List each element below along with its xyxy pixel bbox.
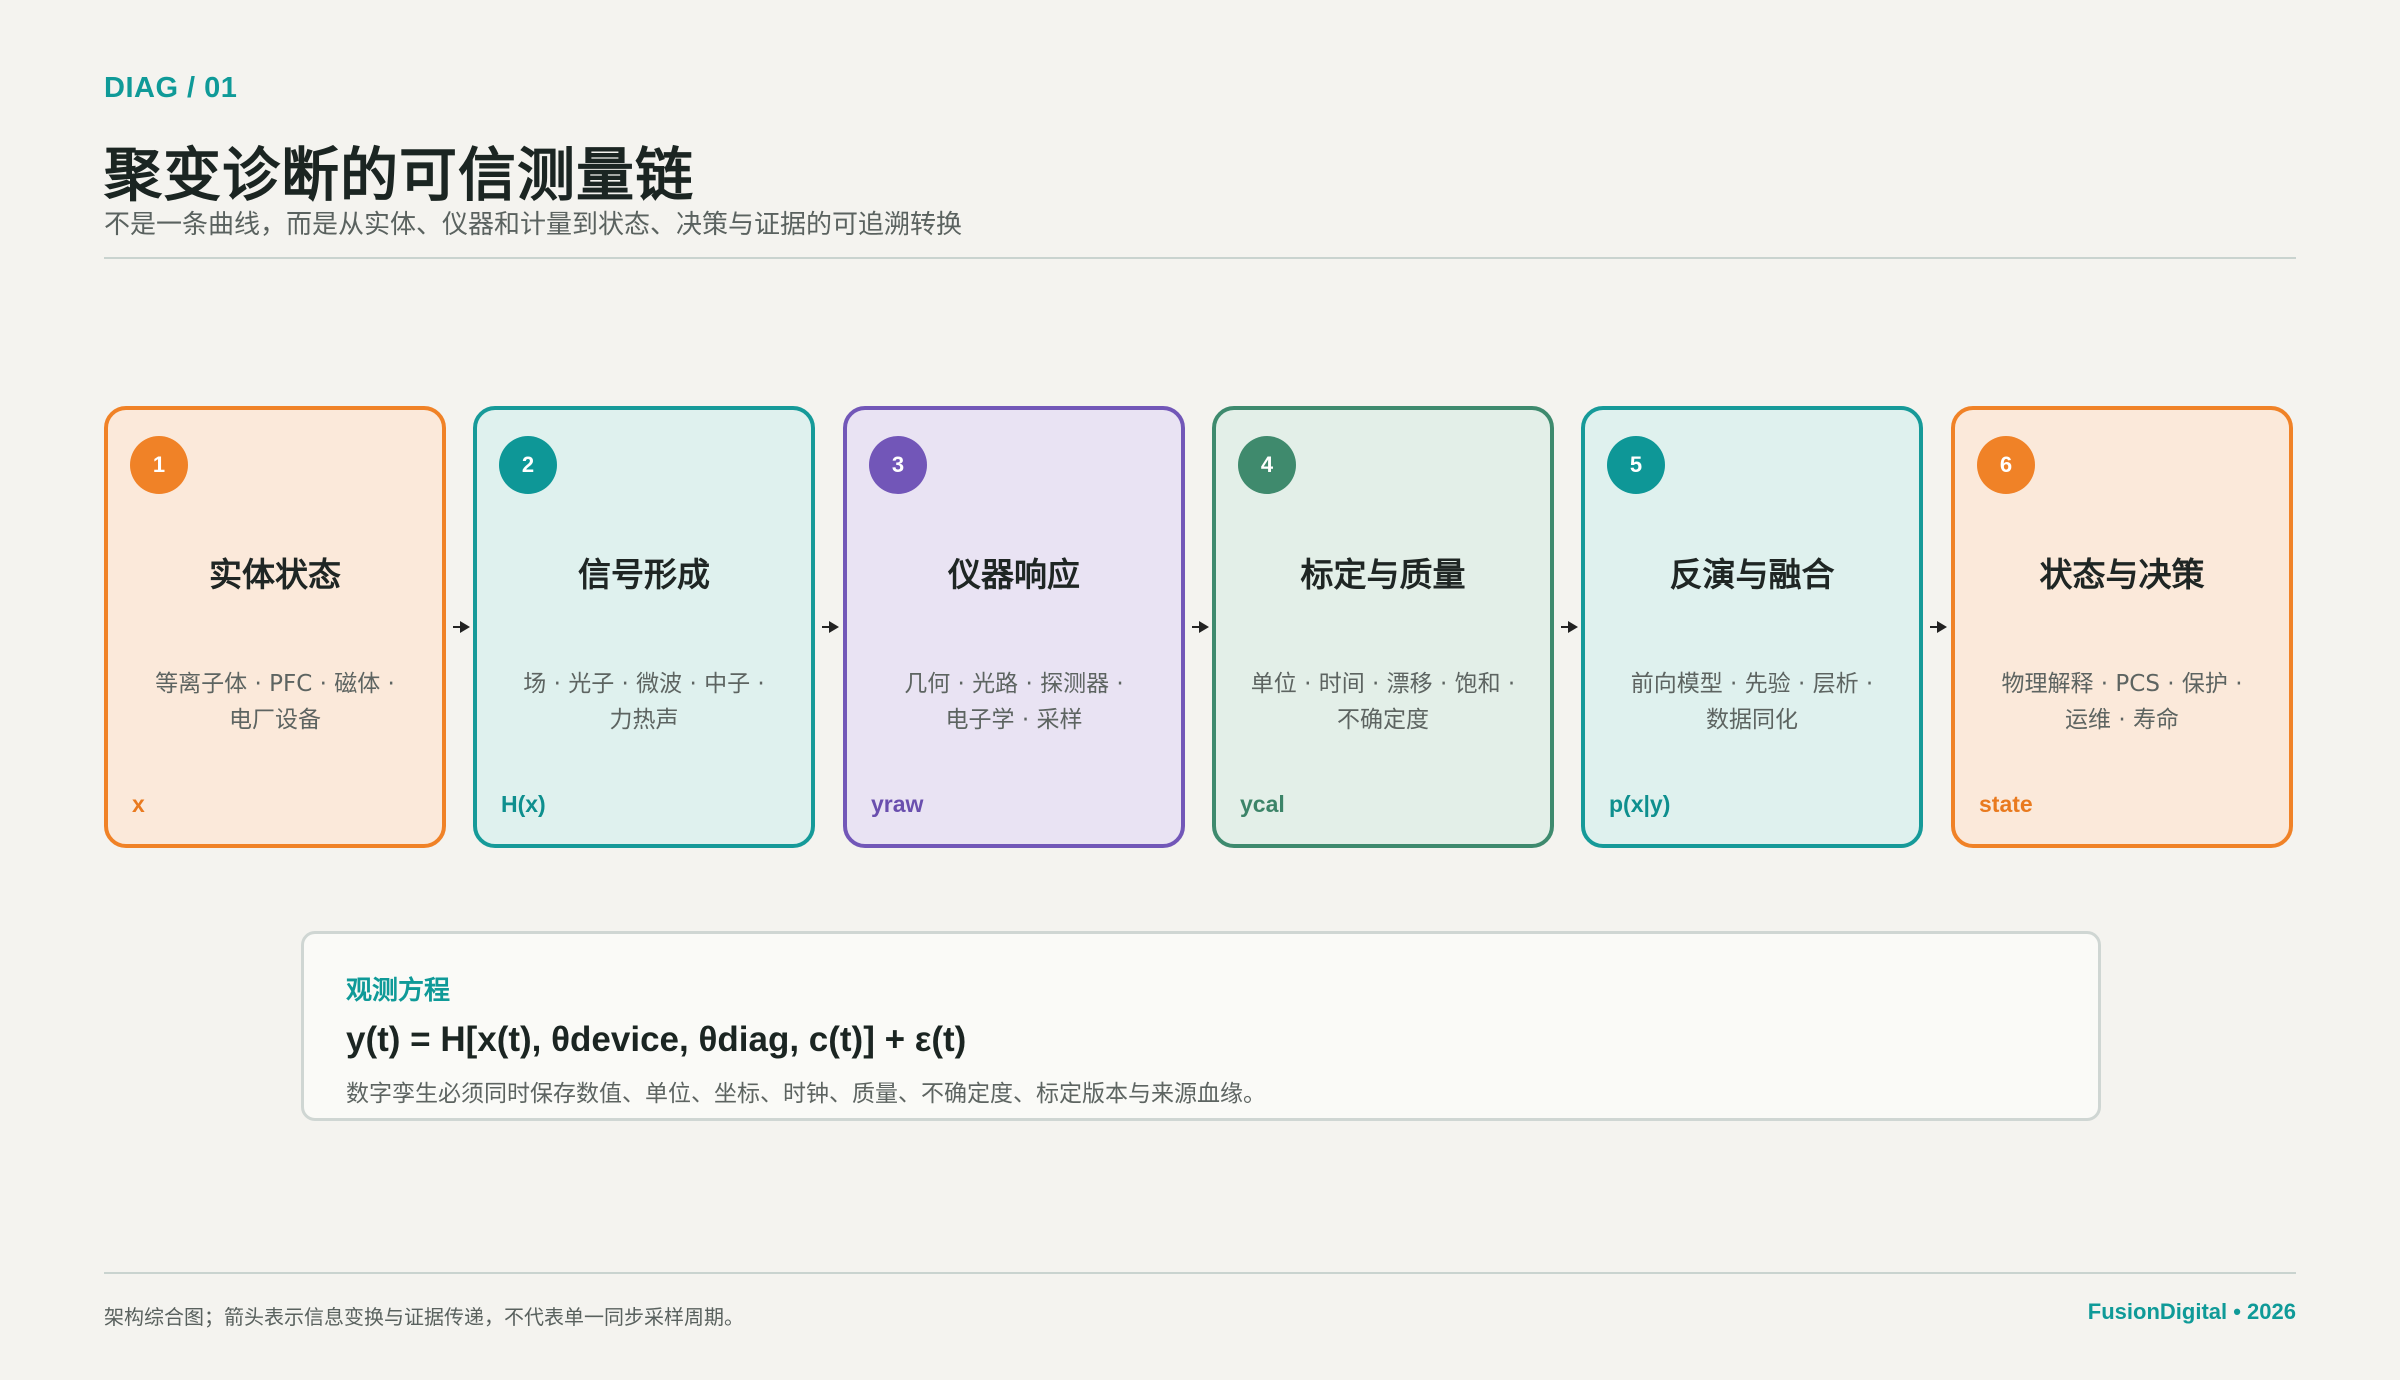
stage-number-badge: 3 [869, 436, 927, 494]
stage-number-badge: 5 [1607, 436, 1665, 494]
stage-title: 实体状态 [209, 555, 341, 594]
stage-title: 状态与决策 [2039, 555, 2205, 594]
stage-variable: yraw [871, 791, 924, 817]
page-subtitle: 不是一条曲线，而是从实体、仪器和计量到状态、决策与证据的可追溯转换 [104, 210, 963, 240]
stage-description-line: 运维 · 寿命 [2065, 707, 2179, 733]
stage-number-badge: 6 [1977, 436, 2035, 494]
footer-note: 架构综合图；箭头表示信息变换与证据传递，不代表单一同步采样周期。 [104, 1305, 744, 1329]
stage-description: 几何 · 光路 · 探测器 · 电子学 · 采样 [875, 666, 1153, 738]
stage-card-3: 3 仪器响应 几何 · 光路 · 探测器 · 电子学 · 采样 yraw [843, 406, 1185, 848]
arrow-right-icon [1930, 621, 1947, 633]
arrow-right-icon [822, 621, 839, 633]
stage-description-line: 力热声 [609, 707, 679, 733]
stage-title: 标定与质量 [1300, 555, 1466, 594]
stage-number-badge: 4 [1238, 436, 1296, 494]
stage-description: 物理解释 · PCS · 保护 · 运维 · 寿命 [1983, 666, 2261, 738]
stage-description-line: 场 · 光子 · 微波 · 中子 · [523, 671, 765, 697]
arrow-right-icon [1561, 621, 1578, 633]
arrow-right-icon [1192, 621, 1209, 633]
stage-description: 等离子体 · PFC · 磁体 · 电厂设备 [136, 666, 414, 738]
stage-description: 单位 · 时间 · 漂移 · 饱和 · 不确定度 [1244, 666, 1522, 738]
stage-variable: x [132, 791, 145, 817]
stage-description: 前向模型 · 先验 · 层析 · 数据同化 [1613, 666, 1891, 738]
stage-description-line: 几何 · 光路 · 探测器 · [904, 671, 1124, 697]
stage-card-1: 1 实体状态 等离子体 · PFC · 磁体 · 电厂设备 x [104, 406, 446, 848]
equation-formula: y(t) = H[x(t), θdevice, θdiag, c(t)] + ε… [346, 1020, 967, 1059]
header-divider [104, 257, 2296, 259]
stage-card-6: 6 状态与决策 物理解释 · PCS · 保护 · 运维 · 寿命 state [1951, 406, 2293, 848]
stage-description-line: 等离子体 · PFC · 磁体 · [155, 671, 395, 697]
kicker: DIAG / 01 [104, 72, 238, 104]
stage-variable: state [1979, 791, 2033, 817]
footer-brand: FusionDigital • 2026 [2087, 1299, 2296, 1324]
arrow-right-icon [453, 621, 470, 633]
footer-divider [104, 1272, 2296, 1274]
stage-title: 信号形成 [578, 555, 710, 594]
stage-description-line: 前向模型 · 先验 · 层析 · [1630, 671, 1874, 697]
stage-number-badge: 2 [499, 436, 557, 494]
stage-description-line: 单位 · 时间 · 漂移 · 饱和 · [1250, 671, 1516, 697]
stage-variable: ycal [1240, 791, 1285, 817]
stage-variable: H(x) [501, 791, 546, 817]
observation-equation-panel: 观测方程 y(t) = H[x(t), θdevice, θdiag, c(t)… [301, 931, 2101, 1121]
equation-label: 观测方程 [346, 976, 451, 1006]
stage-description-line: 物理解释 · PCS · 保护 · [2001, 671, 2243, 697]
page-title: 聚变诊断的可信测量链 [104, 141, 695, 209]
stage-description-line: 电子学 · 采样 [945, 707, 1083, 733]
equation-note: 数字孪生必须同时保存数值、单位、坐标、时钟、质量、不确定度、标定版本与来源血缘。 [346, 1081, 1266, 1107]
stage-card-4: 4 标定与质量 单位 · 时间 · 漂移 · 饱和 · 不确定度 ycal [1212, 406, 1554, 848]
stage-description-line: 电厂设备 [229, 707, 321, 733]
stage-description: 场 · 光子 · 微波 · 中子 · 力热声 [505, 666, 783, 738]
stage-description-line: 不确定度 [1337, 707, 1429, 733]
stage-card-5: 5 反演与融合 前向模型 · 先验 · 层析 · 数据同化 p(x|y) [1581, 406, 1923, 848]
stage-title: 反演与融合 [1669, 555, 1835, 594]
stage-description-line: 数据同化 [1706, 707, 1798, 733]
stage-card-2: 2 信号形成 场 · 光子 · 微波 · 中子 · 力热声 H(x) [473, 406, 815, 848]
stage-title: 仪器响应 [948, 555, 1080, 594]
stage-variable: p(x|y) [1609, 791, 1671, 817]
stage-number-badge: 1 [130, 436, 188, 494]
